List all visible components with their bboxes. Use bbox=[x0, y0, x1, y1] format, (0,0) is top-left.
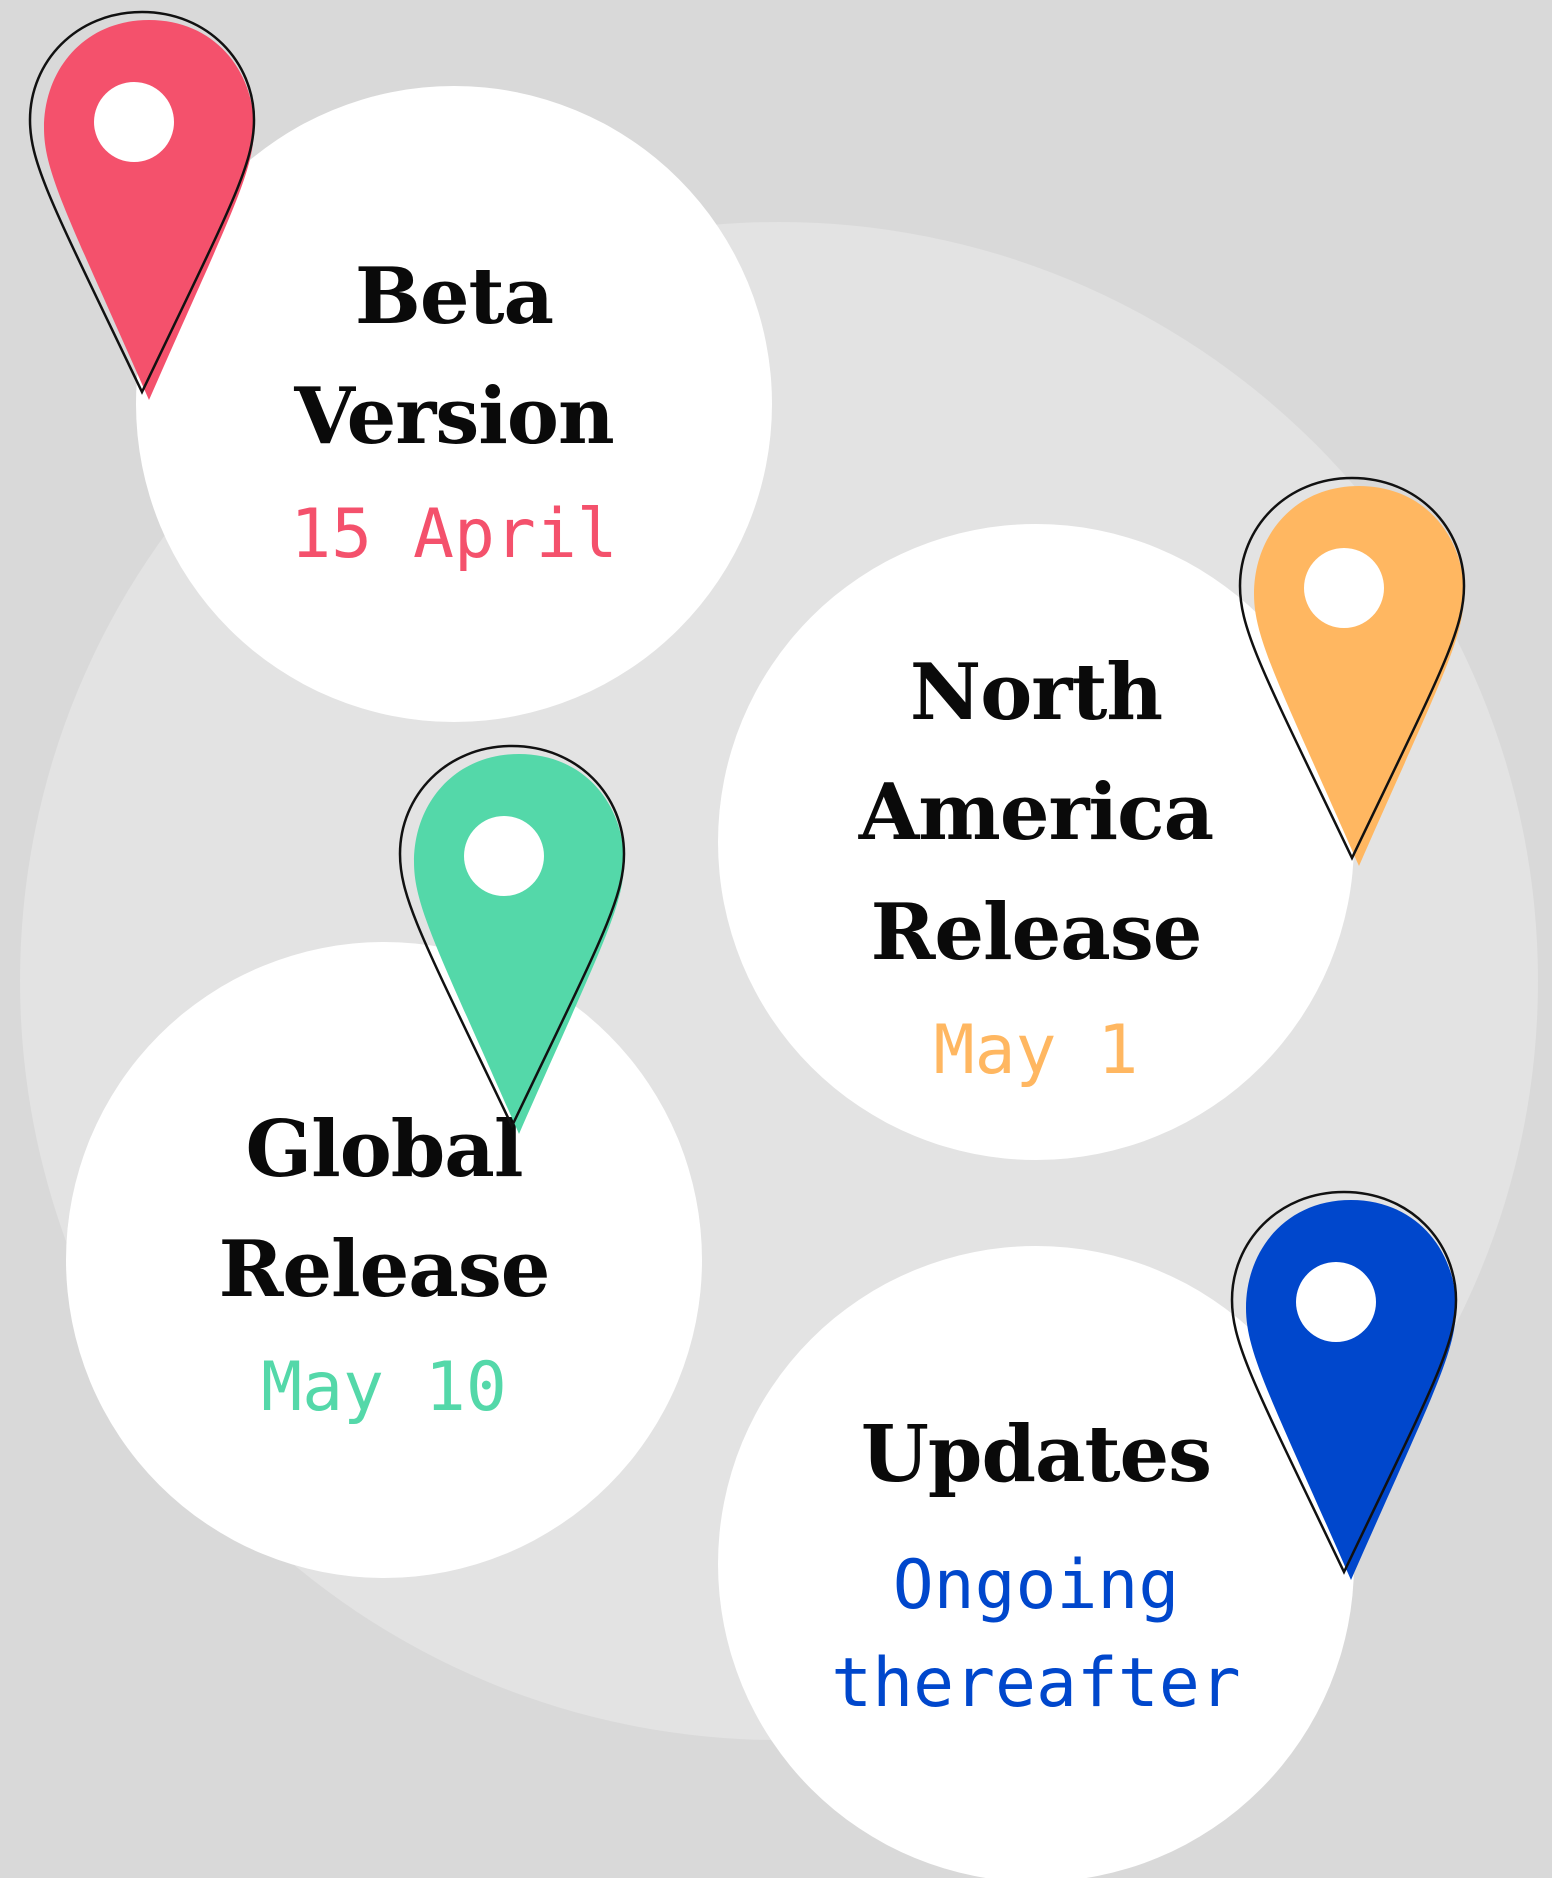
date-line: 15 April bbox=[290, 495, 618, 574]
pin-hole bbox=[464, 816, 544, 896]
date-line: thereafter bbox=[831, 1644, 1241, 1723]
title-line: Updates bbox=[860, 1409, 1212, 1500]
pin-body bbox=[44, 20, 254, 400]
milestone-date: May 10 bbox=[261, 1338, 507, 1438]
milestone-title: Updates bbox=[860, 1395, 1212, 1515]
milestone-date: 15 April bbox=[290, 485, 618, 585]
pin-body bbox=[1254, 486, 1464, 866]
pin-hole bbox=[1304, 548, 1384, 628]
title-line: Version bbox=[294, 371, 614, 462]
title-line: Beta bbox=[354, 251, 554, 342]
title-line: Release bbox=[870, 887, 1203, 978]
map-pin-icon bbox=[398, 744, 626, 1134]
pin-hole bbox=[94, 82, 174, 162]
map-pin-icon bbox=[28, 10, 256, 400]
map-pin-icon bbox=[1230, 1190, 1458, 1580]
release-timeline-diagram: Beta Version 15 April North America Rele… bbox=[0, 0, 1552, 1878]
title-line: America bbox=[858, 767, 1214, 858]
title-line: Release bbox=[218, 1224, 551, 1315]
milestone-date: Ongoing thereafter bbox=[831, 1537, 1240, 1733]
milestone-title: Beta Version bbox=[294, 223, 614, 477]
date-line: May 1 bbox=[933, 1011, 1139, 1090]
date-line: May 10 bbox=[261, 1348, 507, 1427]
milestone-date: May 1 bbox=[934, 1001, 1139, 1101]
pin-body bbox=[1246, 1200, 1456, 1580]
title-line: North bbox=[909, 647, 1163, 738]
pin-body bbox=[414, 754, 624, 1134]
date-line: Ongoing bbox=[892, 1546, 1180, 1625]
map-pin-icon bbox=[1238, 476, 1466, 866]
milestone-title: North America Release bbox=[858, 583, 1214, 993]
pin-hole bbox=[1296, 1262, 1376, 1342]
